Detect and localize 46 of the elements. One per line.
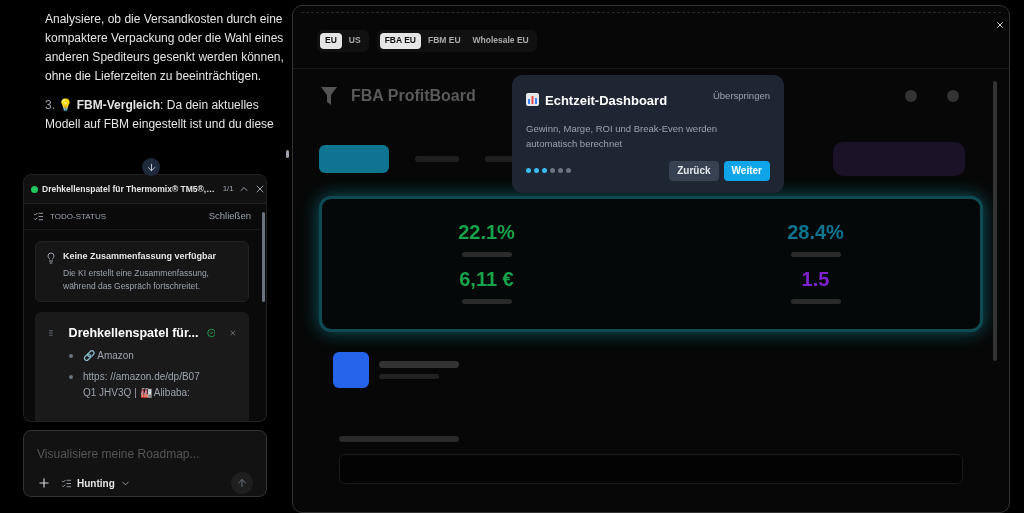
arrow-up-icon — [236, 477, 248, 489]
section-icon — [333, 352, 369, 388]
model-tab[interactable]: Wholesale EU — [467, 32, 534, 49]
summary-title: Keine Zusammenfassung verfügbar — [63, 250, 218, 263]
bar-chart-icon — [526, 93, 539, 106]
metric-value: 28.4% — [787, 220, 844, 245]
metric-label — [790, 299, 841, 304]
task-bullet: https: //amazon.de/dp/B07Q1 JHV3Q | 🏭 Alibaba: — [83, 370, 201, 401]
lightbulb-icon — [45, 252, 57, 264]
toolbar-icon — [905, 90, 917, 102]
task-card-title: Drehkellenspatel für... — [68, 324, 199, 342]
checklist-icon — [33, 211, 44, 222]
arrow-down-icon — [145, 161, 157, 173]
scroll-down-button[interactable] — [142, 158, 160, 176]
close-icon[interactable] — [995, 20, 1005, 30]
message-input[interactable]: Visualisiere meine Roadmap... — [37, 445, 253, 463]
metric-value: 6,11 € — [459, 267, 514, 292]
tour-description: Gewinn, Marge, ROI und Break-Even werden automatisch berechnet — [526, 121, 719, 151]
add-icon[interactable] — [37, 476, 51, 490]
chat-paragraph: 3. 💡 FBM-Vergleich: Da dein aktuelles Modell auf FBM eingestellt ist und du diese — [45, 97, 275, 133]
logo-icon — [319, 85, 339, 107]
skip-link[interactable]: Überspringen — [712, 89, 770, 104]
metric-label — [461, 299, 512, 304]
region-tab[interactable]: EU — [320, 32, 342, 49]
task-counter: 1/1 — [222, 183, 234, 195]
send-button[interactable] — [231, 472, 253, 494]
region-tab[interactable]: US — [343, 32, 366, 49]
task-title: Drehkellenspatel für Thermomix® TM5®,… — [42, 182, 215, 196]
model-tab[interactable]: FBA EU — [379, 32, 421, 49]
metric-value: 22.1% — [458, 220, 515, 245]
task-bullet: 🔗 Amazon — [83, 349, 135, 364]
close-link[interactable]: Schließen — [208, 209, 251, 224]
back-button[interactable]: Zurück — [669, 160, 719, 181]
model-tab[interactable]: FBM EU — [422, 32, 466, 49]
todo-heading: TODO-STATUS — [50, 210, 107, 223]
list-icon — [61, 477, 72, 489]
metric-label — [461, 252, 512, 257]
mode-selector[interactable]: Hunting — [61, 475, 131, 491]
blurred-text-bar — [379, 374, 439, 379]
chat-paragraph: Analysiere, ob die Versandkosten durch eine kompaktere Verpackung oder die Wahl eines anderen Spediteurs gesenkt werden können, ohne die Lieferzeiten zu beeinträchtigen. — [45, 11, 284, 85]
metric-value: 1.5 — [801, 267, 830, 292]
toolbar-icon — [947, 90, 959, 102]
dashboard-title: FBA ProfitBoard — [351, 86, 476, 106]
tour-title: Echtzeit-Dashboard — [545, 92, 669, 110]
summary-text: Die KI erstellt eine Zusammenfassung, während das Gespräch fortschreitet. — [63, 266, 210, 293]
metric-label — [790, 252, 841, 257]
